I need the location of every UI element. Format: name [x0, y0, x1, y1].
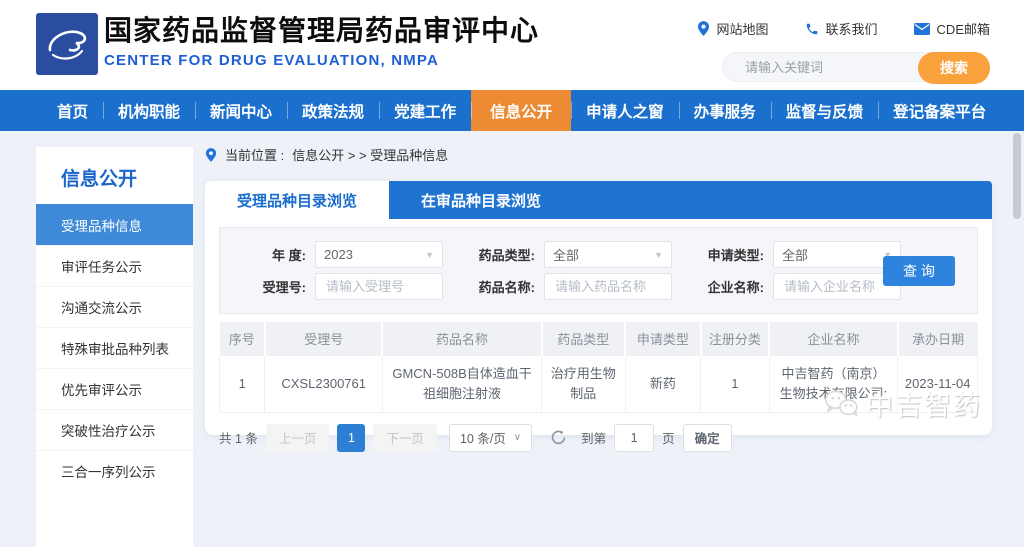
quick-links: 网站地图 联系我们 CDE邮箱: [697, 19, 990, 38]
total-count: 共 1 条: [219, 432, 258, 447]
cde-logo-icon: [48, 30, 87, 60]
tab-accepted-catalog[interactable]: 受理品种目录浏览: [205, 181, 390, 219]
goto-page-input[interactable]: [614, 423, 655, 452]
caret-down-icon: ▼: [425, 249, 434, 260]
year-select[interactable]: 2023 ▼: [315, 241, 443, 268]
col-apply-type: 申请类型: [625, 322, 702, 355]
site-subtitle: CENTER FOR DRUG EVALUATION, NMPA: [104, 51, 440, 69]
page-number-1[interactable]: 1: [337, 423, 366, 452]
query-button[interactable]: 查 询: [883, 255, 955, 286]
nav-item-home[interactable]: 首页: [42, 90, 103, 131]
tab-under-review-catalog[interactable]: 在审品种目录浏览: [389, 181, 573, 219]
sidebar-item-communication[interactable]: 沟通交流公示: [36, 286, 193, 327]
tab-bar: 受理品种目录浏览 在审品种目录浏览: [205, 181, 992, 219]
sidebar-item-breakthrough-therapy[interactable]: 突破性治疗公示: [36, 409, 193, 450]
mail-icon: [913, 22, 930, 35]
page-size-select[interactable]: 10 条/页 ∨: [448, 423, 533, 452]
next-page-button[interactable]: 下一页: [373, 423, 437, 452]
breadcrumb-prefix: 当前位置 :: [225, 148, 285, 163]
goto-suffix: 页: [662, 432, 675, 447]
col-accept-no: 受理号: [264, 322, 384, 355]
col-seq: 序号: [219, 322, 266, 355]
breadcrumb-trail: 信息公开 > > 受理品种信息: [292, 148, 449, 163]
accept-no-label: 受理号:: [262, 280, 306, 295]
refresh-button[interactable]: [550, 429, 567, 446]
location-pin-icon: [205, 147, 217, 162]
sidebar-item-special-approval[interactable]: 特殊审批品种列表: [36, 327, 193, 368]
col-drug-type: 药品类型: [541, 322, 627, 355]
nav-item-registration-platform[interactable]: 登记备案平台: [878, 90, 1001, 131]
company-input[interactable]: [782, 278, 892, 295]
nav-item-policies[interactable]: 政策法规: [287, 90, 379, 131]
pagination: 共 1 条 上一页 1 下一页 10 条/页 ∨ 到第 页 确定: [219, 423, 978, 452]
sidebar-title: 信息公开: [61, 169, 138, 190]
prev-page-button[interactable]: 上一页: [265, 423, 330, 452]
accept-no-input[interactable]: [324, 278, 434, 295]
site-header: 国家药品监督管理局药品审评中心 CENTER FOR DRUG EVALUATI…: [0, 0, 1024, 90]
nav-item-info-disclosure[interactable]: 信息公开: [471, 90, 572, 131]
col-company: 企业名称: [769, 322, 899, 355]
site-title: 国家药品监督管理局药品审评中心: [104, 15, 540, 46]
confirm-button[interactable]: 确定: [682, 423, 732, 452]
sitemap-link[interactable]: 网站地图: [697, 19, 769, 38]
filter-panel: 年 度: 2023 ▼ 药品类型: 全部 ▼ 申请类型: 全部 ▼ 受理号: 请…: [219, 227, 978, 314]
main-area: 信息公开 受理品种信息 审评任务公示 沟通交流公示 特殊审批品种列表 优先审评公…: [0, 131, 1024, 547]
wechat-icon: [824, 390, 858, 417]
table-header-row: 序号 受理号 药品名称 药品类型 申请类型 注册分类 企业名称 承办日期: [219, 322, 978, 355]
search-button[interactable]: 搜索: [918, 52, 990, 84]
nav-item-party[interactable]: 党建工作: [379, 90, 471, 131]
breadcrumb: 当前位置 : 信息公开 > > 受理品种信息: [205, 145, 992, 164]
contact-link[interactable]: 联系我们: [805, 19, 878, 38]
main-nav: 首页 机构职能 新闻中心 政策法规 党建工作 信息公开 申请人之窗 办事服务 监…: [0, 90, 1024, 131]
nav-item-supervision[interactable]: 监督与反馈: [770, 90, 879, 131]
sidebar-item-priority-review[interactable]: 优先审评公示: [36, 368, 193, 409]
drug-name-label: 药品名称:: [478, 280, 535, 295]
cell-drug-type: 治疗用生物制品: [541, 354, 626, 413]
cell-seq: 1: [218, 354, 266, 413]
goto-label: 到第: [581, 432, 607, 447]
cell-apply-type: 新药: [624, 354, 702, 413]
watermark: 中吉智药: [822, 384, 982, 423]
apply-type-select[interactable]: 全部 ▼: [773, 241, 901, 268]
accept-no-field-wrap: [315, 273, 443, 300]
phone-icon: [806, 23, 817, 34]
drug-type-select[interactable]: 全部 ▼: [544, 241, 672, 268]
cell-accept-no: CXSL2300761: [264, 354, 383, 413]
cell-drug-name: GMCN-508B自体造血干祖细胞注射液: [381, 354, 543, 413]
nav-item-applicant-window[interactable]: 申请人之窗: [571, 90, 679, 131]
drug-type-label: 药品类型:: [478, 248, 535, 263]
location-pin-icon: [697, 21, 709, 36]
content-card: 受理品种目录浏览 在审品种目录浏览 年 度: 2023 ▼ 药品类型: 全部 ▼…: [205, 181, 992, 452]
company-field-wrap: [773, 273, 901, 300]
drug-name-field-wrap: [544, 273, 672, 300]
search-input[interactable]: [743, 58, 923, 76]
company-label: 企业名称:: [707, 280, 764, 295]
watermark-text: 中吉智药: [866, 391, 982, 421]
drug-name-input[interactable]: [553, 278, 663, 295]
col-date: 承办日期: [897, 322, 978, 355]
nav-item-news[interactable]: 新闻中心: [195, 90, 287, 131]
search-bar: 搜索: [722, 52, 990, 84]
sidebar-item-accepted-varieties[interactable]: 受理品种信息: [36, 204, 193, 245]
sidebar-item-three-in-one[interactable]: 三合一序列公示: [36, 450, 193, 491]
apply-type-label: 申请类型:: [707, 248, 764, 263]
refresh-icon: [551, 430, 566, 445]
sidebar: 信息公开 受理品种信息 审评任务公示 沟通交流公示 特殊审批品种列表 优先审评公…: [36, 147, 193, 547]
cde-mail-link[interactable]: CDE邮箱: [913, 19, 990, 38]
site-logo[interactable]: [36, 13, 98, 75]
nav-item-services[interactable]: 办事服务: [678, 90, 771, 131]
caret-down-icon: ▼: [654, 249, 663, 260]
year-label: 年 度:: [272, 248, 306, 263]
col-drug-name: 药品名称: [382, 322, 543, 355]
chevron-down-icon: ∨: [513, 432, 522, 444]
content-column: 当前位置 : 信息公开 > > 受理品种信息 受理品种目录浏览 在审品种目录浏览…: [205, 145, 992, 452]
col-reg-class: 注册分类: [700, 322, 771, 355]
sidebar-item-review-tasks[interactable]: 审评任务公示: [36, 245, 193, 286]
nav-item-functions[interactable]: 机构职能: [103, 90, 195, 131]
cell-reg-class: 1: [700, 354, 770, 413]
scrollbar-thumb[interactable]: [1013, 133, 1021, 219]
